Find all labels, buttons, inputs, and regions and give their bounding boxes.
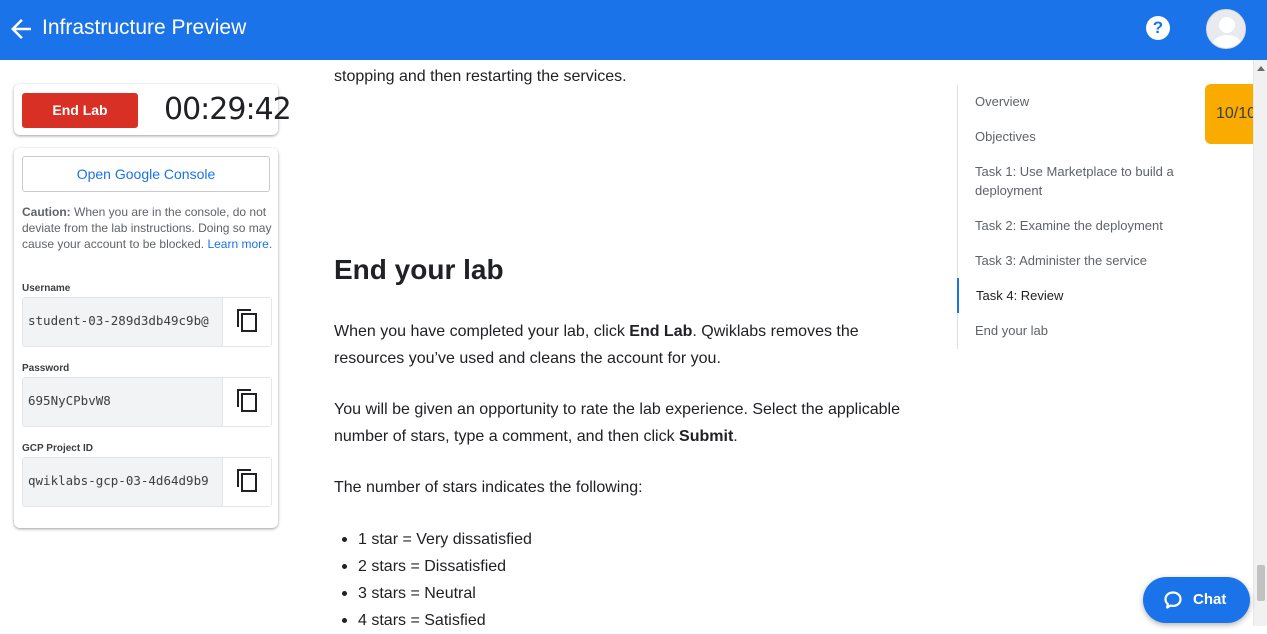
toc-item-task-3[interactable]: Task 3: Administer the service — [958, 251, 1188, 270]
project-id-field[interactable]: qwiklabs-gcp-03-4d64d9b9 — [22, 457, 272, 507]
toc-item-end-lab[interactable]: End your lab — [958, 321, 1188, 340]
table-of-contents: Overview Objectives Task 1: Use Marketpl… — [957, 85, 1197, 349]
section-heading: End your lab — [334, 254, 504, 285]
app-title: Infrastructure Preview — [42, 16, 247, 39]
p2-bold: Submit — [679, 428, 734, 445]
learn-more-link[interactable]: Learn more. — [207, 237, 272, 251]
password-value[interactable]: 695NyCPbvW8 — [28, 378, 222, 426]
stars-list: 1 star = Very dissatisfied 2 stars = Dis… — [334, 526, 532, 634]
copy-username-button[interactable] — [222, 298, 271, 346]
avatar[interactable] — [1206, 9, 1246, 49]
list-item: 4 stars = Satisfied — [334, 607, 532, 634]
copy-project-id-button[interactable] — [222, 458, 271, 506]
end-lab-button[interactable]: End Lab — [22, 93, 138, 128]
toc-item-task-1[interactable]: Task 1: Use Marketplace to build a deplo… — [958, 162, 1188, 200]
project-id-label: GCP Project ID — [22, 443, 93, 454]
help-icon[interactable]: ? — [1146, 16, 1170, 40]
password-label: Password — [22, 363, 70, 374]
chat-button[interactable]: Chat — [1143, 577, 1250, 623]
chat-bubble-icon — [1164, 591, 1182, 609]
intro-tail-text: stopping and then restarting the service… — [334, 68, 627, 85]
p1-bold: End Lab — [629, 323, 693, 340]
list-item: 1 star = Very dissatisfied — [334, 526, 532, 553]
username-field[interactable]: student-03-289d3db49c9b@ — [22, 297, 272, 347]
username-label: Username — [22, 283, 71, 294]
lab-timer-card: End Lab 00:29:42 — [14, 84, 292, 135]
caution-label: Caution: — [22, 205, 71, 219]
copy-icon — [237, 309, 257, 332]
end-lab-paragraph: When you have completed your lab, click … — [334, 318, 914, 372]
app-header: Infrastructure Preview ? — [0, 0, 1267, 60]
copy-icon — [237, 469, 257, 492]
p1-part-a: When you have completed your lab, click — [334, 323, 630, 340]
scrollbar-thumb[interactable] — [1257, 565, 1265, 601]
toc-item-objectives[interactable]: Objectives — [958, 127, 1188, 146]
project-id-value[interactable]: qwiklabs-gcp-03-4d64d9b9 — [28, 458, 222, 506]
scroll-up-arrow-icon[interactable] — [1257, 66, 1265, 71]
p2-part-a: You will be given an opportunity to rate… — [334, 401, 901, 445]
lab-timer: 00:29:42 — [164, 92, 292, 127]
p2-part-c: . — [733, 428, 738, 445]
password-field[interactable]: 695NyCPbvW8 — [22, 377, 272, 427]
stars-intro-text: The number of stars indicates the follow… — [334, 479, 643, 496]
toc-item-overview[interactable]: Overview — [958, 92, 1188, 111]
avatar-person-icon — [1212, 17, 1242, 48]
credentials-card: Open Google Console Caution: When you ar… — [14, 148, 278, 528]
copy-icon — [237, 389, 257, 412]
list-item: 3 stars = Neutral — [334, 580, 532, 607]
open-google-console-button[interactable]: Open Google Console — [22, 156, 270, 192]
page-scrollbar[interactable] — [1253, 60, 1267, 626]
copy-password-button[interactable] — [222, 378, 271, 426]
toc-item-task-2[interactable]: Task 2: Examine the deployment — [958, 216, 1188, 235]
toc-item-task-4[interactable]: Task 4: Review — [957, 278, 1187, 313]
list-item: 2 stars = Dissatisfied — [334, 553, 532, 580]
username-value[interactable]: student-03-289d3db49c9b@ — [28, 298, 222, 346]
rating-paragraph: You will be given an opportunity to rate… — [334, 396, 914, 450]
back-arrow-icon[interactable] — [6, 14, 36, 44]
caution-text: Caution: When you are in the console, do… — [22, 204, 274, 252]
chat-label: Chat — [1193, 591, 1227, 608]
